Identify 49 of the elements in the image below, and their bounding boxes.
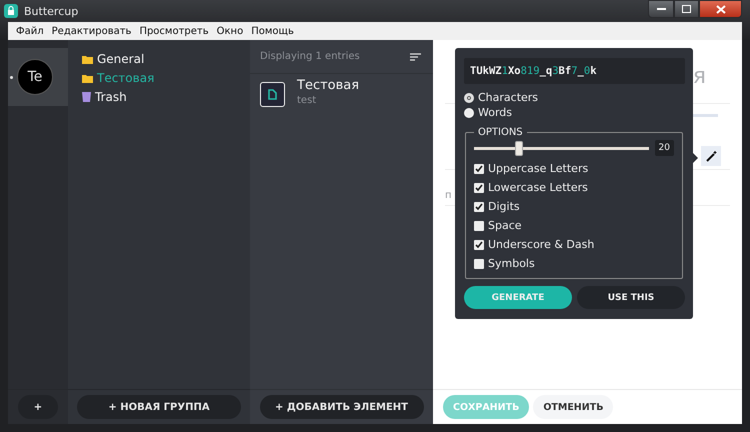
close-button[interactable] [699,0,742,18]
option-checkbox[interactable]: Digits [474,198,674,215]
menu-item[interactable]: Файл [12,26,48,36]
window-title: Buttercup [24,4,78,18]
checkmark-icon [475,202,483,210]
entries-count: Displaying 1 entries [260,51,360,62]
vault-item[interactable]: Te [8,48,68,106]
checkmark-icon [475,164,483,172]
folder-icon [82,54,93,64]
magic-wand-icon [706,150,716,162]
cancel-button[interactable]: ОТМЕНИТЬ [533,395,614,419]
option-checkbox[interactable]: Underscore & Dash [474,236,674,253]
trash-icon [82,92,91,102]
group-item[interactable]: Тестовая [82,71,250,85]
document-icon [260,82,285,107]
group-item[interactable]: Trash [82,90,250,104]
menu-item[interactable]: Окно [212,26,248,36]
checkmark-icon [475,184,483,192]
maximize-icon [682,5,691,13]
password-generator-button[interactable] [701,146,721,166]
sort-icon[interactable] [410,52,421,60]
menu-item[interactable]: Редактировать [48,26,136,36]
options-legend: OPTIONS [474,127,527,138]
folder-icon [82,74,93,82]
option-checkbox[interactable]: Space [474,217,674,234]
checkmark-icon [475,240,483,248]
field-label: п [445,190,453,201]
app-logo-icon [4,4,18,18]
add-vault-button[interactable]: + [18,395,58,419]
option-checkbox[interactable]: Symbols [474,255,674,272]
entry-item[interactable]: Тестовая test [250,74,433,115]
entry-title: я [692,64,706,89]
maximize-button[interactable] [674,0,699,18]
minimize-icon [656,8,666,10]
mode-radio[interactable]: Words [464,106,685,119]
group-item[interactable]: General [82,52,250,66]
use-this-button[interactable]: USE THIS [577,286,685,309]
vault-avatar: Te [17,59,53,95]
add-entry-button[interactable]: + ДОБАВИТЬ ЭЛЕМЕНТ [260,395,424,419]
minimize-button[interactable] [648,0,674,18]
menu-item[interactable]: Просмотреть [135,26,213,36]
close-icon [716,4,726,14]
generated-password: TUkWZ1Xo819_q3Bf7_0k [464,58,685,84]
mode-radio[interactable]: Characters [464,91,685,104]
new-group-button[interactable]: + НОВАЯ ГРУППА [77,395,241,419]
option-checkbox[interactable]: Uppercase Letters [474,160,674,177]
option-checkbox[interactable]: Lowercase Letters [474,179,674,196]
menu-item[interactable]: Помощь [247,26,298,36]
length-value: 20 [654,140,674,156]
